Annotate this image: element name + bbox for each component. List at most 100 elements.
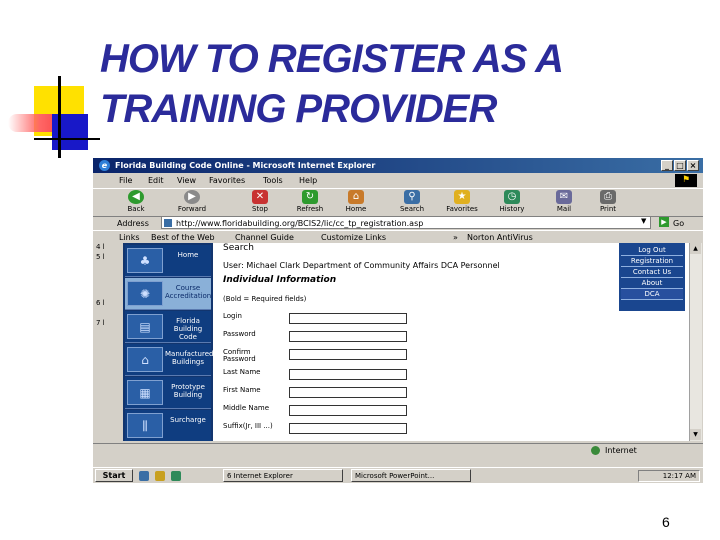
confirm-password-input[interactable] xyxy=(289,349,407,360)
quicklaunch-folder-icon[interactable] xyxy=(155,471,165,481)
status-zone: Internet xyxy=(605,446,637,455)
browser-toolbar: ◀ Back ▶ Forward ✕ Stop ↻ Refresh ⌂ Home ⚲ Sea… xyxy=(93,188,703,217)
right-nav: Log Out Registration Contact Us About DC… xyxy=(619,243,685,311)
palm-tree-icon: ♣ xyxy=(127,248,163,273)
scroll-down-icon[interactable]: ▼ xyxy=(690,429,701,440)
window-title: Florida Building Code Online - Microsoft… xyxy=(115,161,376,170)
sidebar-item-course-accreditation[interactable]: ✺ Course Accreditation xyxy=(125,278,211,310)
password-input[interactable] xyxy=(289,331,407,342)
last-name-input[interactable] xyxy=(289,369,407,380)
norton-antivirus[interactable]: Norton AntiVirus xyxy=(467,233,533,242)
nav-log-out[interactable]: Log Out xyxy=(621,245,683,256)
stop-icon: ✕ xyxy=(252,190,268,204)
task-powerpoint[interactable]: Microsoft PowerPoint... xyxy=(351,469,471,482)
home-icon: ⌂ xyxy=(348,190,364,204)
print-icon: ⎙ xyxy=(600,190,616,204)
middle-name-input[interactable] xyxy=(289,405,407,416)
form-row-last-name: Last Name xyxy=(223,369,563,381)
menu-favorites[interactable]: Favorites xyxy=(209,176,245,185)
window-title-bar: e Florida Building Code Online - Microso… xyxy=(93,158,703,173)
menu-bar: File Edit View Favorites Tools Help ⚑ xyxy=(93,174,703,187)
search-button[interactable]: ⚲ Search xyxy=(395,190,429,213)
form-row-confirm-password: Confirm Password xyxy=(223,349,563,363)
refresh-button[interactable]: ↻ Refresh xyxy=(293,190,327,213)
link-channel-guide[interactable]: Channel Guide xyxy=(235,233,294,242)
menu-edit[interactable]: Edit xyxy=(148,176,164,185)
stop-button[interactable]: ✕ Stop xyxy=(243,190,277,213)
start-button[interactable]: Start xyxy=(95,469,133,482)
first-name-input[interactable] xyxy=(289,387,407,398)
page-icon xyxy=(164,219,172,227)
history-button[interactable]: ◷ History xyxy=(495,190,529,213)
favorites-button[interactable]: ★ Favorites xyxy=(445,190,479,213)
search-link[interactable]: Search xyxy=(223,243,254,253)
status-bar: Internet xyxy=(93,443,703,457)
address-input[interactable]: http://www.floridabuilding.org/BCIS2/lic… xyxy=(161,216,651,229)
nav-dca[interactable]: DCA xyxy=(621,289,683,300)
menu-tools[interactable]: Tools xyxy=(263,176,283,185)
columns-icon: ⫼ xyxy=(127,413,163,438)
back-button[interactable]: ◀ Back xyxy=(119,190,153,213)
globe-icon xyxy=(591,446,600,455)
form-row-login: Login xyxy=(223,313,563,325)
sidebar-item-prototype-building[interactable]: ▦ Prototype Building xyxy=(125,377,211,409)
web-page: ♣ Home ✺ Course Accreditation ▤ Florida Bui… xyxy=(123,243,689,441)
building-icon: ▦ xyxy=(127,380,163,405)
link-customize-links[interactable]: Customize Links xyxy=(321,233,386,242)
mail-icon: ✉ xyxy=(556,190,572,204)
more-links-icon[interactable]: » xyxy=(453,233,458,242)
nav-contact-us[interactable]: Contact Us xyxy=(621,267,683,278)
sidebar-item-surcharge[interactable]: ⫼ Surcharge xyxy=(125,410,211,441)
sidebar-item-home[interactable]: ♣ Home xyxy=(125,245,211,277)
sidebar-item-manufactured-buildings[interactable]: ⌂ Manufactured Buildings xyxy=(125,344,213,376)
menu-help[interactable]: Help xyxy=(299,176,317,185)
mail-button[interactable]: ✉ Mail xyxy=(547,190,581,213)
book-icon: ▤ xyxy=(127,314,163,339)
section-heading: Individual Information xyxy=(223,275,337,285)
menu-view[interactable]: View xyxy=(177,176,196,185)
slide-number: 6 xyxy=(662,514,670,530)
task-internet-explorer[interactable]: 6 Internet Explorer xyxy=(223,469,343,482)
address-dropdown-icon[interactable]: ▼ xyxy=(641,217,646,225)
address-bar: Address http://www.floridabuilding.org/B… xyxy=(93,216,703,230)
form-row-first-name: First Name xyxy=(223,387,563,399)
required-note: (Bold = Required fields) xyxy=(223,295,307,303)
slide-title: HOW TO REGISTER AS A TRAINING PROVIDER xyxy=(100,37,563,131)
browser-window: e Florida Building Code Online - Microso… xyxy=(93,158,703,483)
menu-file[interactable]: File xyxy=(119,176,132,185)
user-line: User: Michael Clark Department of Commun… xyxy=(223,261,500,270)
search-icon: ⚲ xyxy=(404,190,420,204)
taskbar: Start 6 Internet Explorer Microsoft Powe… xyxy=(93,467,703,483)
sidebar-item-florida-building-code[interactable]: ▤ Florida Building Code xyxy=(125,311,211,343)
left-gutter: 4 l 5 l 6 l 7 l xyxy=(93,243,123,441)
quicklaunch-ie-icon[interactable] xyxy=(139,471,149,481)
suffix-input[interactable] xyxy=(289,423,407,434)
home-button[interactable]: ⌂ Home xyxy=(339,190,373,213)
decor-horizontal-line xyxy=(34,138,100,140)
seal-icon: ✺ xyxy=(127,281,163,306)
close-button[interactable]: × xyxy=(687,160,699,171)
minimize-button[interactable]: _ xyxy=(661,160,673,171)
main-content: Search User: Michael Clark Department of… xyxy=(219,243,599,441)
form-row-suffix: Suffix(Jr, III ...) xyxy=(223,423,563,435)
quicklaunch-desktop-icon[interactable] xyxy=(171,471,181,481)
site-sidebar: ♣ Home ✺ Course Accreditation ▤ Florida Bui… xyxy=(123,243,213,441)
links-bar: Links Best of the Web Channel Guide Cust… xyxy=(93,230,703,244)
nav-registration[interactable]: Registration xyxy=(621,256,683,267)
links-label: Links xyxy=(119,233,140,242)
address-label: Address xyxy=(117,219,149,228)
login-input[interactable] xyxy=(289,313,407,324)
vertical-scrollbar[interactable]: ▲ ▼ xyxy=(689,243,702,441)
nav-about[interactable]: About xyxy=(621,278,683,289)
star-icon: ★ xyxy=(454,190,470,204)
history-icon: ◷ xyxy=(504,190,520,204)
scroll-up-icon[interactable]: ▲ xyxy=(690,243,701,254)
go-arrow-icon[interactable]: ▶ xyxy=(659,217,669,227)
go-button[interactable]: Go xyxy=(673,219,684,228)
back-arrow-icon: ◀ xyxy=(128,190,144,204)
print-button[interactable]: ⎙ Print xyxy=(591,190,625,213)
windows-logo-icon: ⚑ xyxy=(675,174,697,187)
forward-button[interactable]: ▶ Forward xyxy=(175,190,209,213)
maximize-button[interactable]: □ xyxy=(674,160,686,171)
link-best-of-web[interactable]: Best of the Web xyxy=(151,233,215,242)
